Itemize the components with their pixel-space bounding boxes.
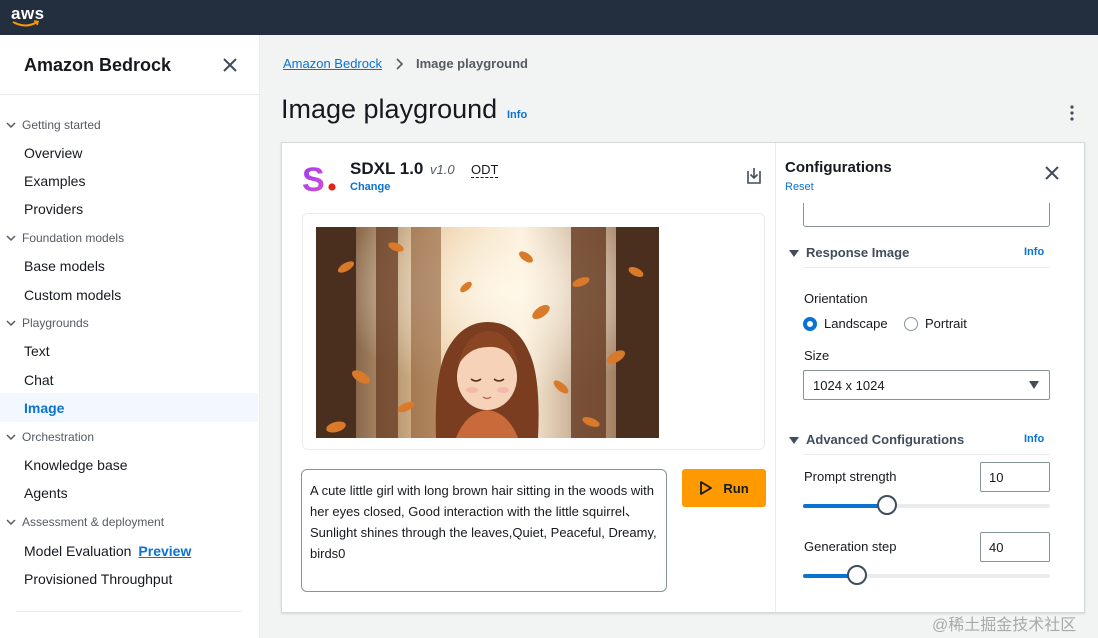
model-version: v1.0 [430, 162, 455, 177]
generation-step-input[interactable] [980, 532, 1050, 562]
chevron-down-icon [6, 519, 16, 526]
sidebar-bottom-divider [16, 611, 242, 612]
page-info-link[interactable]: Info [507, 109, 527, 121]
aws-logo[interactable]: aws [11, 4, 44, 30]
prompt-strength-label: Prompt strength [804, 469, 897, 484]
sidebar-item-knowledge-base[interactable]: Knowledge base [0, 450, 258, 479]
caret-down-icon [1029, 381, 1039, 389]
close-icon[interactable] [1045, 166, 1059, 180]
sidebar-item-base-models[interactable]: Base models [0, 251, 258, 280]
sidebar-item-providers[interactable]: Providers [0, 194, 258, 223]
sidebar-divider [0, 94, 260, 95]
config-panel-divider [775, 143, 776, 612]
change-model-link[interactable]: Change [350, 181, 390, 193]
chevron-right-icon [396, 57, 404, 70]
breadcrumb: Amazon Bedrock Image playground [283, 56, 528, 71]
advanced-configurations-heading: Advanced Configurations [806, 432, 965, 447]
svg-text:S: S [302, 161, 325, 196]
aws-smile-icon [12, 20, 40, 27]
sidebar-section-getting-started[interactable]: Getting started [6, 115, 101, 135]
sidebar-section-playgrounds[interactable]: Playgrounds [6, 313, 89, 333]
response-image-heading: Response Image [806, 245, 910, 260]
sidebar-item-text[interactable]: Text [0, 336, 258, 365]
breadcrumb-current: Image playground [416, 56, 528, 71]
breadcrumb-link-amazon-bedrock[interactable]: Amazon Bedrock [283, 56, 382, 71]
section-label: Foundation models [22, 231, 125, 245]
side-navigation: Amazon Bedrock Getting started Overview … [0, 35, 260, 638]
response-image-toggle[interactable]: Response Image [789, 245, 909, 260]
section-label: Getting started [22, 118, 101, 132]
watermark-text: @稀土掘金技术社区 [932, 617, 1077, 634]
chevron-down-icon [6, 320, 16, 327]
sidebar-section-foundation-models[interactable]: Foundation models [6, 228, 124, 248]
section-label: Assessment & deployment [22, 515, 165, 529]
more-actions-icon[interactable] [1064, 104, 1080, 122]
response-image-info-link[interactable]: Info [1024, 246, 1044, 258]
chevron-down-icon [6, 122, 16, 129]
portrait-radio[interactable] [904, 317, 918, 331]
caret-down-icon [789, 436, 799, 444]
advanced-configurations-toggle[interactable]: Advanced Configurations [789, 432, 964, 447]
reset-link[interactable]: Reset [785, 181, 814, 193]
prompt-strength-slider[interactable] [803, 495, 1050, 515]
orientation-label: Orientation [804, 291, 868, 306]
prompt-input[interactable]: A cute little girl with long brown hair … [301, 469, 667, 592]
size-select-value: 1024 x 1024 [813, 378, 885, 393]
size-label: Size [804, 348, 830, 363]
advanced-configurations-info-link[interactable]: Info [1024, 433, 1044, 445]
chevron-down-icon [6, 235, 16, 242]
sidebar-section-assessment-deployment[interactable]: Assessment & deployment [6, 512, 164, 532]
model-throughput-tag[interactable]: ODT [471, 162, 499, 178]
play-icon [700, 481, 713, 495]
sidebar-item-label: Model Evaluation [24, 542, 132, 559]
sidebar-item-image[interactable]: Image [0, 393, 258, 422]
generation-step-label: Generation step [804, 539, 897, 554]
sidebar-item-model-evaluation[interactable]: Model Evaluation Preview [0, 536, 258, 565]
landscape-radio[interactable] [803, 317, 817, 331]
sidebar-item-overview[interactable]: Overview [0, 138, 258, 167]
section-divider [803, 267, 1050, 268]
run-button[interactable]: Run [682, 469, 766, 507]
slider-thumb[interactable] [877, 495, 897, 515]
caret-down-icon [789, 249, 799, 257]
close-icon[interactable] [222, 57, 238, 73]
sidebar-item-provisioned-throughput[interactable]: Provisioned Throughput [0, 564, 258, 593]
scrolled-input-field[interactable] [803, 203, 1050, 227]
generated-image[interactable] [316, 227, 659, 438]
run-button-label: Run [723, 480, 749, 496]
section-label: Playgrounds [22, 316, 89, 330]
section-label: Orchestration [22, 430, 95, 444]
portrait-label[interactable]: Portrait [925, 316, 967, 331]
download-icon[interactable] [746, 167, 762, 185]
stability-ai-logo: S [302, 161, 336, 196]
generation-step-slider[interactable] [803, 565, 1050, 585]
page-title: Image playground [281, 94, 498, 124]
sidebar-title: Amazon Bedrock [24, 55, 172, 75]
size-select[interactable]: 1024 x 1024 [803, 370, 1050, 400]
prompt-strength-input[interactable] [980, 462, 1050, 492]
sidebar-item-examples[interactable]: Examples [0, 166, 258, 195]
sidebar-item-custom-models[interactable]: Custom models [0, 280, 258, 309]
chevron-down-icon [6, 434, 16, 441]
generated-image-illustration [316, 227, 659, 438]
sidebar-section-orchestration[interactable]: Orchestration [6, 427, 94, 447]
config-title: Configurations [785, 159, 892, 176]
model-name: SDXL 1.0 [350, 159, 424, 178]
preview-link[interactable]: Preview [138, 543, 191, 559]
sidebar-item-agents[interactable]: Agents [0, 478, 258, 507]
slider-fill [803, 504, 887, 508]
top-navigation-bar: aws [0, 0, 1098, 35]
slider-thumb[interactable] [847, 565, 867, 585]
landscape-label[interactable]: Landscape [824, 316, 888, 331]
sidebar-item-chat[interactable]: Chat [0, 365, 258, 394]
section-divider [803, 454, 1050, 455]
